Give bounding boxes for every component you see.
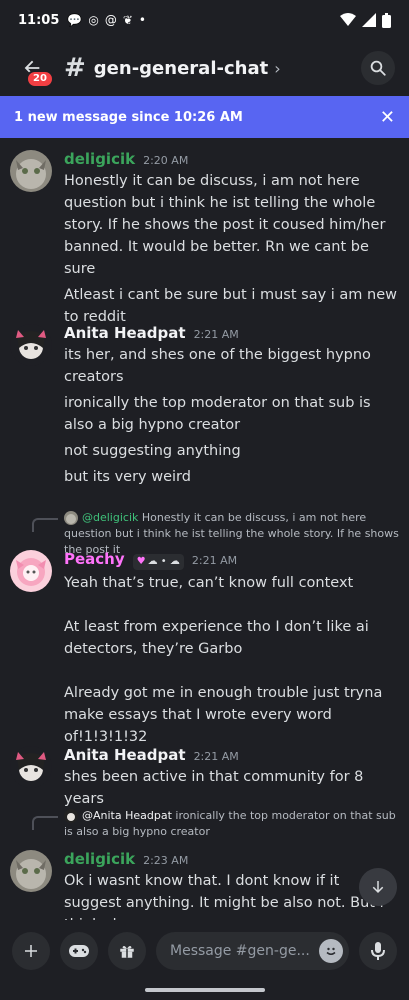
voice-message-button[interactable] — [359, 932, 397, 970]
message-text: Ok i wasnt know that. I dont know if it … — [64, 873, 384, 920]
unread-badge: 20 — [26, 70, 54, 88]
role-tag-text: ☁︎ • ☁︎ — [147, 556, 180, 567]
signal-icon — [362, 13, 376, 27]
username[interactable]: deligicik — [64, 150, 135, 168]
username[interactable]: Peachy — [64, 550, 125, 568]
message: Anita Headpat 2:21 AM its her, and shes … — [0, 324, 409, 488]
new-messages-banner[interactable]: 1 new message since 10:26 AM ✕ — [0, 96, 409, 138]
timestamp: 2:23 AM — [143, 854, 189, 867]
message-text: its her, and shes one of the biggest hyp… — [64, 347, 371, 385]
message-text: ironically the top moderator on that sub… — [64, 395, 371, 433]
username[interactable]: Anita Headpat — [64, 324, 186, 342]
gift-button[interactable] — [108, 932, 146, 970]
message-input-placeholder: Message #gen-ge... — [170, 943, 310, 959]
butterfly-icon: ❦ — [122, 13, 133, 27]
message-text: Honestly it can be discuss, i am not her… — [64, 173, 386, 277]
message-text: Yeah that’s true, can’t know full contex… — [64, 574, 354, 591]
gamepad-icon — [69, 945, 89, 957]
message-text: Already got me in enough trouble just tr… — [64, 684, 383, 745]
reply-spine — [32, 518, 58, 532]
username[interactable]: deligicik — [64, 850, 135, 868]
chat-icon: 💬 — [67, 13, 83, 27]
timestamp: 2:21 AM — [193, 328, 239, 341]
message: Peachy ♥ ☁︎ • ☁︎ 2:21 AM Yeah that’s true… — [0, 550, 409, 748]
heart-icon: ♥ — [136, 556, 146, 567]
message-feed[interactable]: deligicik 2:20 AM Honestly it can be dis… — [0, 138, 409, 920]
threads-icon: @ — [104, 13, 117, 27]
message-composer: Message #gen-ge... — [0, 928, 409, 974]
message: deligicik 2:20 AM Honestly it can be dis… — [0, 150, 409, 328]
username[interactable]: Anita Headpat — [64, 746, 186, 764]
timestamp: 2:21 AM — [193, 750, 239, 763]
activities-button[interactable] — [60, 932, 98, 970]
banner-text: 1 new message since 10:26 AM — [14, 109, 243, 125]
reply-preview[interactable]: @Anita Headpat ironically the top modera… — [0, 808, 409, 840]
message-text: At least from experience tho I don’t lik… — [64, 618, 369, 657]
timestamp: 2:21 AM — [191, 554, 238, 567]
add-attachment-button[interactable] — [12, 932, 50, 970]
notification-icons: 💬 ◎ @ ❦ • — [67, 13, 146, 27]
status-bar: 11:05 💬 ◎ @ ❦ • — [0, 0, 409, 40]
reply-avatar — [64, 809, 78, 823]
reply-avatar — [64, 511, 78, 525]
plus-icon — [25, 945, 37, 957]
jump-to-bottom-button[interactable] — [359, 868, 397, 906]
channel-title[interactable]: gen-general-chat — [94, 58, 268, 79]
avatar[interactable] — [10, 550, 52, 592]
hash-icon: # — [64, 53, 86, 83]
reply-username: @Anita Headpat — [82, 809, 172, 822]
avatar[interactable] — [10, 150, 52, 192]
battery-icon — [382, 12, 391, 28]
search-button[interactable] — [361, 51, 395, 85]
emoji-icon[interactable] — [319, 939, 343, 963]
dot-icon: • — [138, 13, 146, 27]
message-input[interactable]: Message #gen-ge... — [156, 932, 349, 970]
message-text: shes been active in that community for 8… — [64, 769, 364, 807]
gift-icon — [120, 946, 134, 958]
avatar[interactable] — [10, 324, 52, 366]
message-text: not suggesting anything — [64, 443, 241, 459]
gesture-navigation-bar[interactable] — [145, 988, 265, 992]
timestamp: 2:20 AM — [143, 154, 189, 167]
reply-username: @deligicik — [82, 511, 139, 524]
avatar[interactable] — [10, 850, 52, 892]
status-time: 11:05 — [18, 12, 60, 28]
reply-spine — [32, 816, 58, 830]
search-icon — [370, 60, 386, 76]
role-tag: ♥ ☁︎ • ☁︎ — [132, 553, 184, 570]
chevron-right-icon[interactable]: › — [274, 59, 280, 78]
message-text: but its very weird — [64, 469, 191, 485]
arrow-down-icon — [372, 881, 384, 893]
message-text: Atleast i cant be sure but i must say i … — [64, 287, 398, 325]
channel-header: 20 # gen-general-chat › — [0, 40, 409, 96]
microphone-icon — [371, 942, 385, 960]
avatar[interactable] — [10, 746, 52, 788]
close-icon[interactable]: ✕ — [380, 107, 395, 128]
wifi-icon — [340, 13, 356, 26]
message: deligicik 2:23 AM Ok i wasnt know that. … — [0, 850, 409, 920]
message: Anita Headpat 2:21 AM shes been active i… — [0, 746, 409, 810]
instagram-icon: ◎ — [88, 13, 99, 27]
back-button[interactable]: 20 — [14, 50, 54, 88]
